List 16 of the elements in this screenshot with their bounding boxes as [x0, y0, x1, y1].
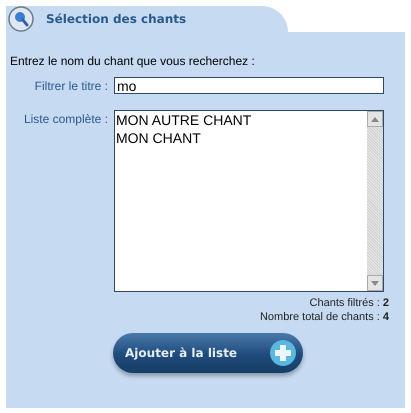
list-label: Liste complète : — [22, 111, 109, 126]
count-text: Chants filtrés : 2 — [308, 297, 389, 309]
scrollbar[interactable] — [367, 111, 383, 291]
list-item[interactable]: MON CHANT — [115, 129, 201, 147]
filter-label: Filtrer le titre : — [34, 78, 109, 93]
song-listbox[interactable]: MON AUTRE CHANT MON CHANT — [114, 110, 384, 292]
add-to-list-button[interactable]: Ajouter à la liste — [113, 333, 303, 373]
filter-input[interactable]: mo — [114, 77, 384, 94]
scroll-down-icon[interactable] — [367, 275, 383, 291]
scroll-up-icon[interactable] — [367, 111, 383, 127]
search-icon — [8, 6, 34, 32]
panel-title: Sélection des chants — [46, 12, 186, 26]
list-item[interactable]: MON AUTRE CHANT — [115, 111, 252, 129]
instruction-text: Entrez le nom du chant que vous recherchez : — [10, 54, 256, 68]
plus-icon — [269, 339, 297, 367]
count-text: Nombre total de chants : 4 — [258, 311, 389, 323]
